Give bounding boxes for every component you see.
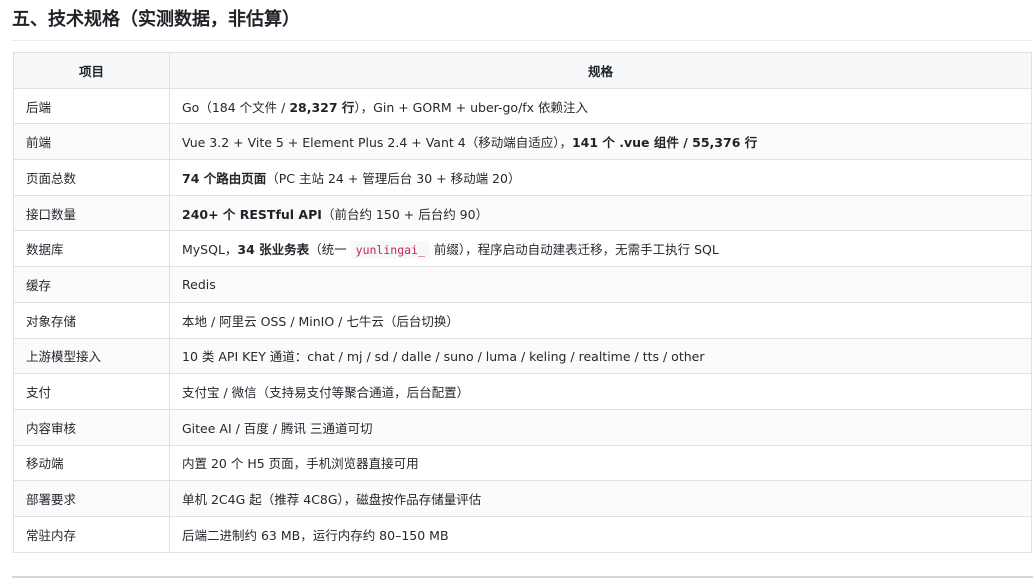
row-spec-value: 支付宝 / 微信（支持易支付等聚合通道，后台配置） [169, 373, 1032, 410]
row-spec-value: 10 类 API KEY 通道：chat / mj / sd / dalle /… [169, 337, 1032, 375]
row-item-label: 页面总数 [13, 159, 170, 196]
bold-text: 141 个 .vue 组件 / 55,376 行 [571, 135, 758, 151]
row-item-label: 数据库 [13, 230, 170, 268]
bottom-divider [12, 576, 1033, 578]
row-item-label: 支付 [13, 373, 170, 410]
row-item-label: 接口数量 [13, 194, 170, 232]
spec-text: （PC 主站 24 + 管理后台 30 + 移动端 20） [266, 170, 521, 186]
bold-text: 74 个路由页面 [182, 170, 267, 186]
table-row: 数据库 MySQL，34 张业务表（统一 yunlingai_ 前缀），程序启动自… [13, 230, 1032, 268]
table-row: 后端 Go（184 个文件 / 28,327 行），Gin + GORM + ub… [13, 87, 1032, 125]
row-item-label: 上游模型接入 [13, 337, 170, 375]
section-title: 五、技术规格（实测数据，非估算） [12, 9, 300, 30]
row-spec-value: 本地 / 阿里云 OSS / MinIO / 七牛云（后台切换） [169, 301, 1032, 339]
row-spec-value: Vue 3.2 + Vite 5 + Element Plus 2.4 + Va… [169, 123, 1032, 161]
row-spec-value: 内置 20 个 H5 页面，手机浏览器直接可用 [169, 444, 1032, 482]
row-spec-value: MySQL，34 张业务表（统一 yunlingai_ 前缀），程序启动自动建表… [169, 230, 1032, 268]
spec-text: 单机 2C4G 起（推荐 4C8G），磁盘按作品存储量评估 [182, 492, 482, 508]
table-row: 页面总数 74 个路由页面（PC 主站 24 + 管理后台 30 + 移动端 20… [13, 159, 1032, 196]
spec-text: 本地 / 阿里云 OSS / MinIO / 七牛云（后台切换） [182, 313, 459, 329]
row-item-label: 缓存 [13, 266, 170, 303]
row-item-label: 前端 [13, 123, 170, 161]
spec-text: 支付宝 / 微信（支持易支付等聚合通道，后台配置） [182, 385, 470, 401]
spec-text: Vue 3.2 + Vite 5 + Element Plus 2.4 + Va… [182, 135, 572, 151]
row-spec-value: Go（184 个文件 / 28,327 行），Gin + GORM + uber… [169, 87, 1032, 125]
table-row: 前端 Vue 3.2 + Vite 5 + Element Plus 2.4 + … [13, 123, 1032, 161]
spec-text: MySQL， [182, 242, 238, 258]
column-header-item: 项目 [13, 52, 170, 89]
spec-text: Gitee AI / 百度 / 腾讯 三通道可切 [182, 420, 373, 436]
table-row: 上游模型接入 10 类 API KEY 通道：chat / mj / sd / d… [13, 337, 1032, 375]
table-row: 支付 支付宝 / 微信（支持易支付等聚合通道，后台配置） [13, 373, 1032, 410]
spec-text: ），Gin + GORM + uber-go/fx 依赖注入 [354, 99, 589, 115]
table-header-row: 项目 规格 [13, 52, 1032, 89]
row-item-label: 部署要求 [13, 480, 170, 517]
spec-text: 后端二进制约 63 MB，运行内存约 80–150 MB [182, 527, 449, 543]
row-item-label: 后端 [13, 87, 170, 125]
title-divider [12, 40, 1033, 41]
spec-text: Go（184 个文件 / [182, 99, 290, 115]
table-row: 内容审核 Gitee AI / 百度 / 腾讯 三通道可切 [13, 408, 1032, 446]
spec-text: 内置 20 个 H5 页面，手机浏览器直接可用 [182, 456, 419, 472]
spec-text: （前台约 150 + 后台约 90） [321, 206, 489, 222]
row-spec-value: Redis [169, 266, 1032, 303]
bold-text: 240+ 个 RESTful API [182, 206, 322, 222]
bold-text: 34 张业务表 [237, 242, 310, 258]
table-row: 常驻内存 后端二进制约 63 MB，运行内存约 80–150 MB [13, 515, 1032, 553]
spec-text: Redis [182, 276, 216, 292]
table-row: 部署要求 单机 2C4G 起（推荐 4C8G），磁盘按作品存储量评估 [13, 480, 1032, 517]
table-row: 接口数量 240+ 个 RESTful API（前台约 150 + 后台约 90） [13, 194, 1032, 232]
row-spec-value: 240+ 个 RESTful API（前台约 150 + 后台约 90） [169, 194, 1032, 232]
table-body: 后端 Go（184 个文件 / 28,327 行），Gin + GORM + ub… [13, 87, 1032, 553]
row-item-label: 对象存储 [13, 301, 170, 339]
inline-code: yunlingai_ [350, 241, 430, 260]
bold-text: 28,327 行 [289, 99, 355, 115]
table-row: 缓存 Redis [13, 266, 1032, 303]
row-spec-value: 后端二进制约 63 MB，运行内存约 80–150 MB [169, 515, 1032, 553]
table-row: 对象存储 本地 / 阿里云 OSS / MinIO / 七牛云（后台切换） [13, 301, 1032, 339]
row-spec-value: Gitee AI / 百度 / 腾讯 三通道可切 [169, 408, 1032, 446]
row-item-label: 常驻内存 [13, 515, 170, 553]
row-spec-value: 74 个路由页面（PC 主站 24 + 管理后台 30 + 移动端 20） [169, 159, 1032, 196]
spec-text: 前缀），程序启动自动建表迁移，无需手工执行 SQL [429, 242, 719, 258]
spec-text: （统一 [309, 242, 351, 258]
row-spec-value: 单机 2C4G 起（推荐 4C8G），磁盘按作品存储量评估 [169, 480, 1032, 517]
table-row: 移动端 内置 20 个 H5 页面，手机浏览器直接可用 [13, 444, 1032, 482]
column-header-spec: 规格 [169, 52, 1032, 89]
spec-text: 10 类 API KEY 通道：chat / mj / sd / dalle /… [182, 349, 705, 365]
row-item-label: 移动端 [13, 444, 170, 482]
spec-table: 项目 规格 后端 Go（184 个文件 / 28,327 行），Gin + GOR… [13, 52, 1032, 553]
row-item-label: 内容审核 [13, 408, 170, 446]
